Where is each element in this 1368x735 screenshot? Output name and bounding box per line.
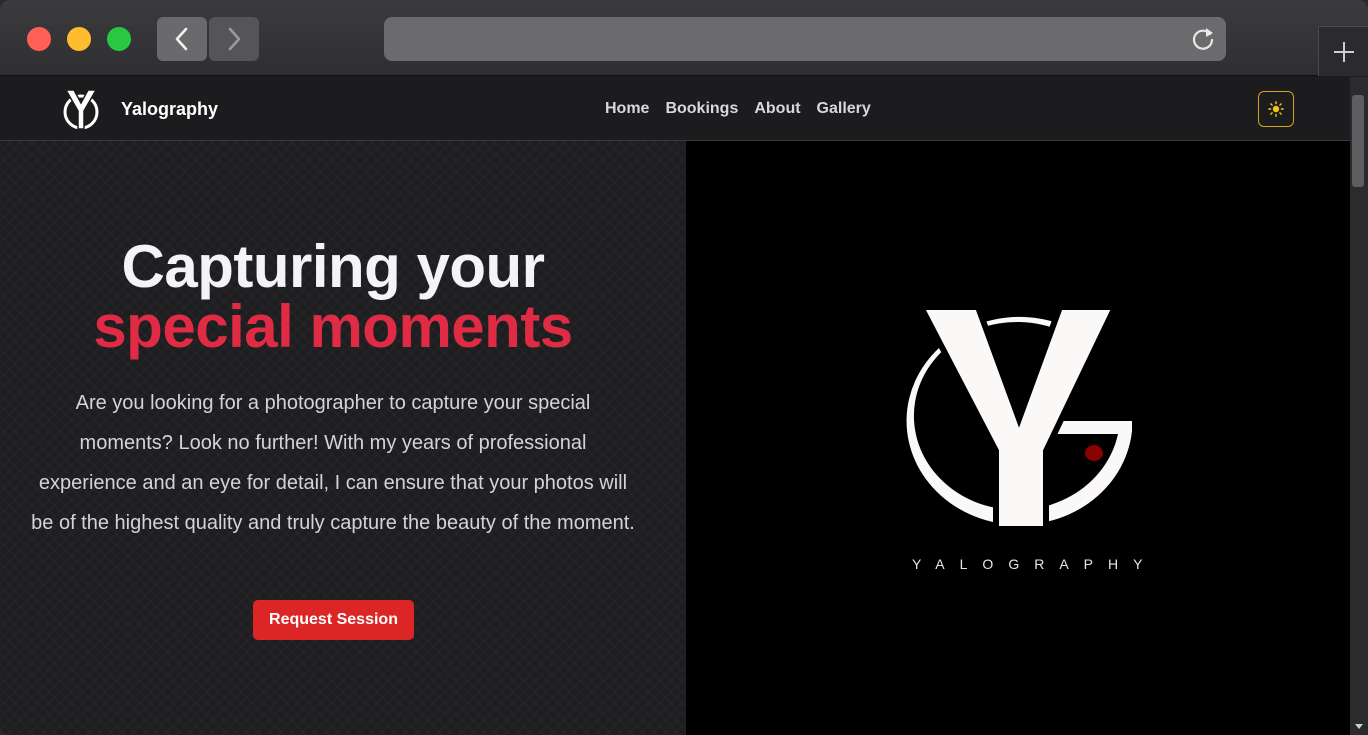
request-session-button[interactable]: Request Session <box>253 600 414 640</box>
scrollbar-thumb[interactable] <box>1352 95 1364 187</box>
chevron-left-icon <box>175 27 188 51</box>
nav-link-home[interactable]: Home <box>605 100 649 118</box>
site-header: Yalography Home Bookings About Gallery <box>0 77 1350 141</box>
scroll-down-arrow-icon[interactable] <box>1354 721 1364 731</box>
hero-image: YALOGRAPHY <box>686 141 1350 735</box>
hero-title-line1: Capturing your <box>121 233 546 300</box>
web-page: Yalography Home Bookings About Gallery C… <box>0 77 1350 735</box>
browser-window: Yalography Home Bookings About Gallery C… <box>0 0 1368 735</box>
minimize-window-button[interactable] <box>67 27 91 51</box>
address-bar[interactable] <box>384 17 1226 61</box>
brand-name[interactable]: Yalography <box>121 99 218 120</box>
hero-title-line2: special moments <box>93 293 573 360</box>
brand-logo[interactable] <box>60 89 102 131</box>
back-button[interactable] <box>157 17 207 61</box>
logo-wordmark: YALOGRAPHY <box>912 556 1158 572</box>
nav-link-bookings[interactable]: Bookings <box>665 100 738 118</box>
browser-toolbar <box>0 0 1368 76</box>
main-nav: Home Bookings About Gallery <box>605 100 871 118</box>
chevron-right-icon <box>228 27 241 51</box>
maximize-window-button[interactable] <box>107 27 131 51</box>
theme-toggle-button[interactable] <box>1258 91 1294 127</box>
hero-section: Capturing your special moments Are you l… <box>0 141 686 735</box>
sun-icon <box>1268 101 1284 117</box>
close-window-button[interactable] <box>27 27 51 51</box>
plus-icon <box>1333 41 1354 62</box>
reload-icon[interactable] <box>1190 26 1216 52</box>
hero-description: Are you looking for a photographer to ca… <box>31 392 635 534</box>
nav-link-about[interactable]: About <box>754 100 800 118</box>
page-scrollbar[interactable] <box>1350 77 1368 735</box>
forward-button[interactable] <box>209 17 259 61</box>
new-tab-button[interactable] <box>1318 26 1368 76</box>
nav-link-gallery[interactable]: Gallery <box>817 100 871 118</box>
yalography-logo <box>906 304 1132 532</box>
